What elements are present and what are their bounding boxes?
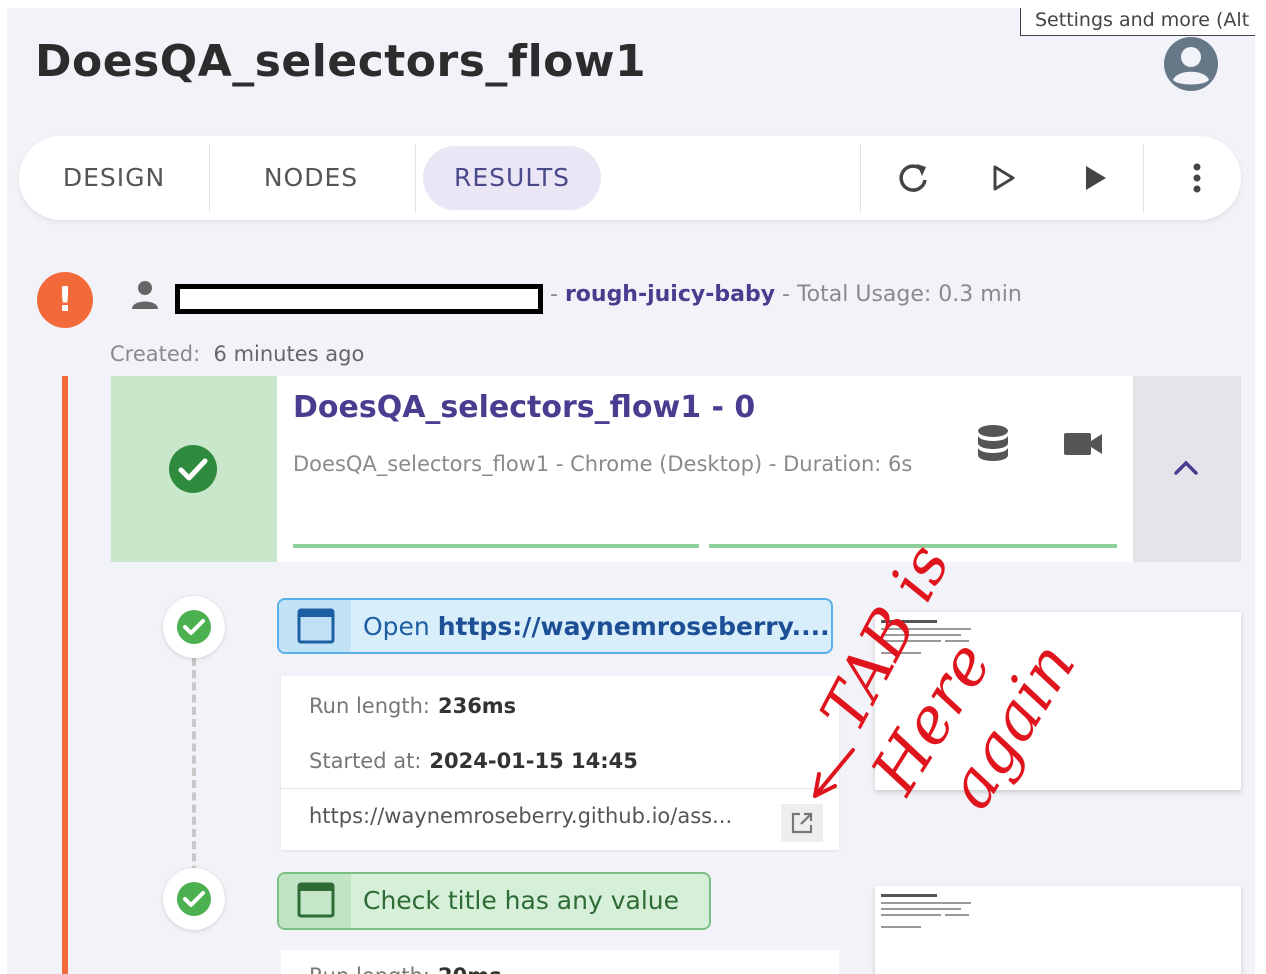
check-circle-icon xyxy=(169,445,217,493)
divider xyxy=(209,144,210,212)
play-outline-icon[interactable] xyxy=(981,156,1025,200)
window-icon-box xyxy=(279,600,351,652)
progress-bar xyxy=(709,544,1117,548)
run-name[interactable]: rough-juicy-baby xyxy=(565,282,775,307)
run-meta: - rough-juicy-baby - Total Usage: 0.3 mi… xyxy=(550,282,1022,307)
step-label: Open https://waynemroseberry.... xyxy=(363,612,830,641)
video-camera-icon[interactable] xyxy=(1063,430,1103,458)
account-circle-icon[interactable] xyxy=(1163,36,1219,92)
created-info: Created: 6 minutes ago xyxy=(110,342,365,366)
divider xyxy=(860,144,861,212)
alert-icon: ! xyxy=(37,272,93,328)
divider xyxy=(281,788,839,789)
step-check-title[interactable]: Check title has any value xyxy=(277,872,711,930)
redacted-user xyxy=(175,284,543,314)
database-icon[interactable] xyxy=(975,424,1011,464)
step-label: Check title has any value xyxy=(363,886,680,915)
step-connector xyxy=(192,658,196,898)
step-url: https://waynemroseberry.github.io/ass... xyxy=(309,804,733,828)
progress-bar xyxy=(293,544,699,548)
result-card[interactable]: DoesQA_selectors_flow1 - 0 DoesQA_select… xyxy=(111,376,1241,562)
divider xyxy=(1143,144,1144,212)
collapse-button[interactable] xyxy=(1133,376,1241,562)
play-icon[interactable] xyxy=(1073,156,1117,200)
step-status xyxy=(163,868,225,930)
browser-window-icon xyxy=(297,882,335,918)
open-external-button[interactable] xyxy=(781,804,823,842)
card-title[interactable]: DoesQA_selectors_flow1 - 0 xyxy=(293,390,755,425)
check-circle-icon xyxy=(177,882,211,916)
step-open-url[interactable]: Open https://waynemroseberry.... xyxy=(277,598,833,654)
browser-window-icon xyxy=(297,608,335,644)
started-row: Started at: 2024-01-15 14:45 xyxy=(309,749,638,773)
more-vert-icon[interactable] xyxy=(1175,156,1219,200)
app-window: Settings and more (Alt DoesQA_selectors_… xyxy=(7,8,1255,974)
step-details: Run length: 236ms Started at: 2024-01-15 1… xyxy=(281,676,839,850)
toolbar: DESIGN NODES RESULTS xyxy=(19,136,1241,220)
refresh-icon[interactable] xyxy=(891,156,935,200)
card-subtitle: DoesQA_selectors_flow1 - Chrome (Desktop… xyxy=(293,452,913,476)
screenshot-thumbnail[interactable] xyxy=(875,612,1241,790)
run-length-row: Run length:20ms xyxy=(309,964,502,974)
chevron-up-icon xyxy=(1174,460,1198,475)
divider xyxy=(415,144,416,212)
step-details: Run length:20ms xyxy=(281,950,839,974)
settings-tooltip: Settings and more (Alt xyxy=(1020,8,1255,36)
check-circle-icon xyxy=(177,610,211,644)
screenshot-thumbnail[interactable] xyxy=(875,886,1241,974)
status-panel xyxy=(111,376,277,562)
tab-design[interactable]: DESIGN xyxy=(29,136,199,220)
timeline-bar xyxy=(62,376,68,974)
open-external-icon xyxy=(791,812,813,834)
run-length-row: Run length: 236ms xyxy=(309,694,517,718)
window-icon-box xyxy=(279,874,351,928)
step-status xyxy=(163,596,225,658)
tab-nodes[interactable]: NODES xyxy=(211,136,411,220)
tab-results[interactable]: RESULTS xyxy=(423,146,601,210)
page-title: DoesQA_selectors_flow1 xyxy=(35,36,647,87)
person-icon xyxy=(132,281,158,309)
